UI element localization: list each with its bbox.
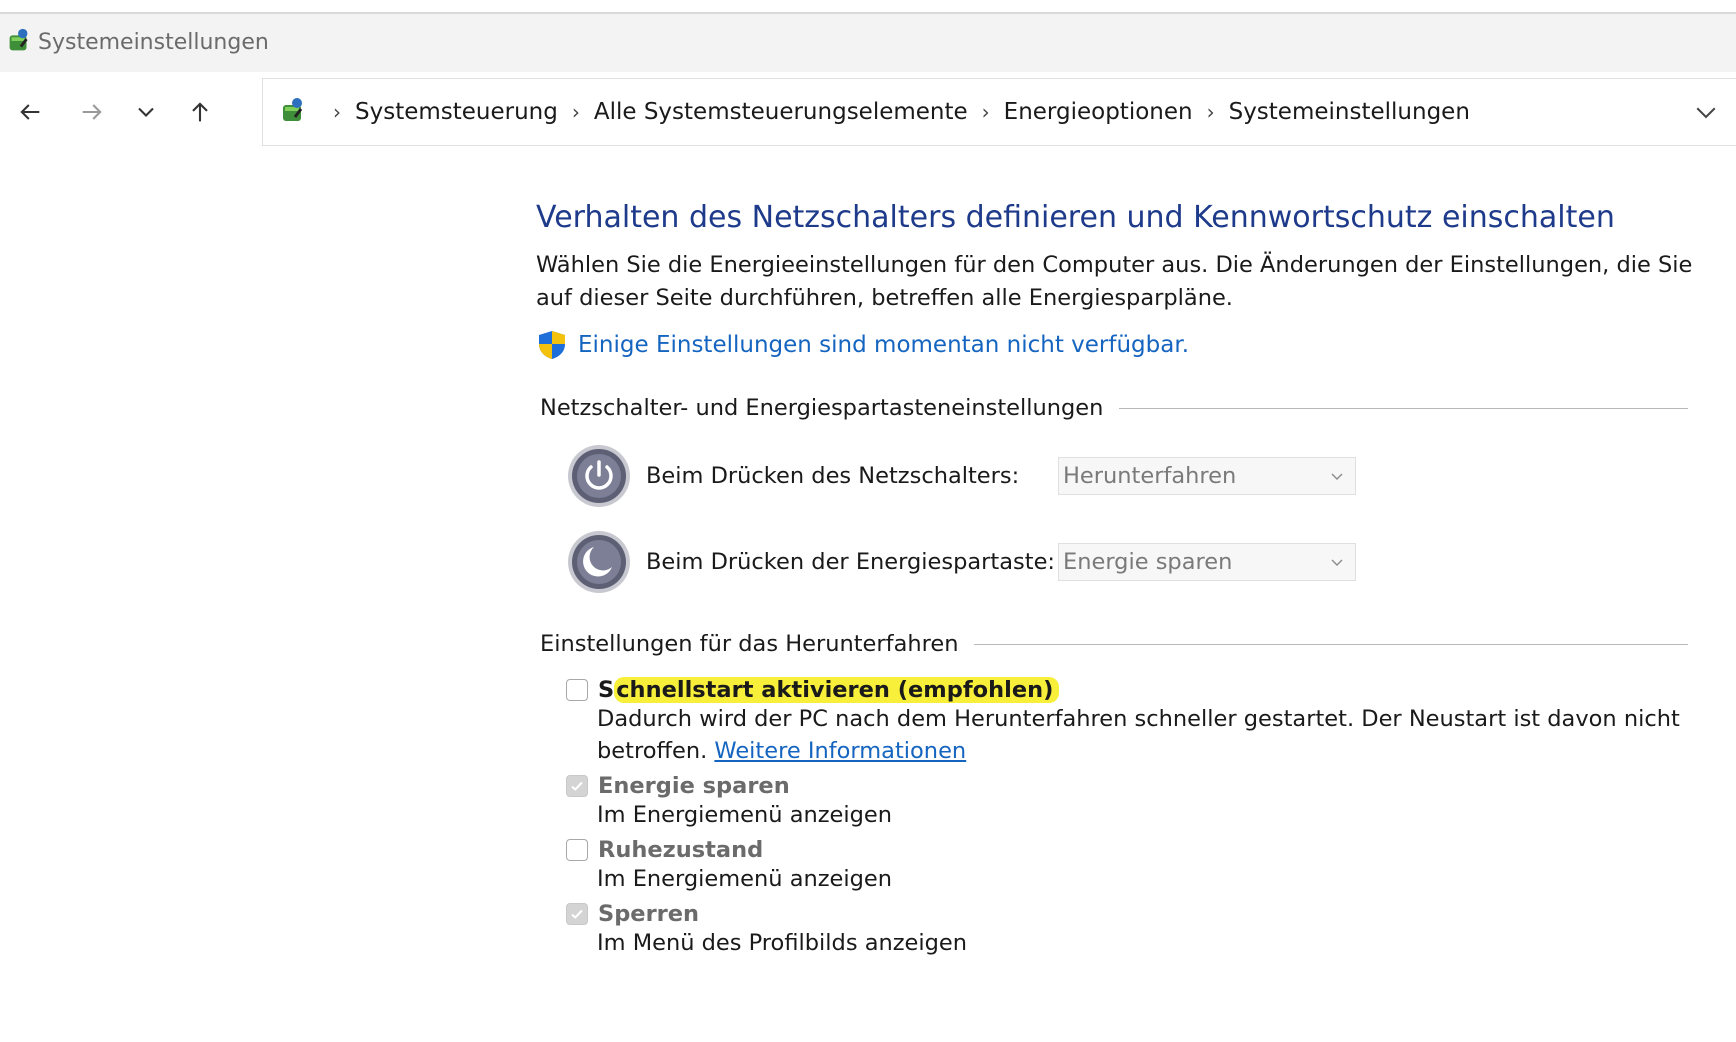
power-button-setting: Beim Drücken des Netzschalters: Herunter… [566,433,1696,519]
uac-link-row[interactable]: Einige Einstellungen sind momentan nicht… [536,329,1696,361]
check-icon [571,909,583,919]
arrow-left-icon [20,104,40,120]
recent-locations-button[interactable] [124,90,168,134]
lock-checkbox[interactable] [566,903,588,925]
back-button[interactable] [8,90,52,134]
power-button-icon [568,445,630,507]
page-description: Wählen Sie die Energieeinstellungen für … [536,252,1693,311]
breadcrumb-energieoptionen[interactable]: Energieoptionen [1004,99,1193,125]
page-title: Verhalten des Netzschalters definieren u… [536,200,1615,235]
chevron-right-icon[interactable]: › [982,100,990,124]
group-title: Einstellungen für das Herunterfahren [540,631,959,657]
shutdown-group-header: Einstellungen für das Herunterfahren [536,631,1696,657]
forward-button[interactable] [70,90,114,134]
hibernate-checkbox[interactable] [566,839,588,861]
more-info-link[interactable]: Weitere Informationen [714,738,966,764]
fast-startup-description: Dadurch wird der PC nach dem Herunterfah… [597,703,1696,767]
address-bar[interactable]: › Systemsteuerung › Alle Systemsteuerung… [262,78,1736,146]
sleep-button-icon [568,531,630,593]
power-options-icon [283,98,303,121]
lock-label[interactable]: Sperren [598,901,699,927]
sleep-label[interactable]: Energie sparen [598,773,790,799]
breadcrumb-systemeinstellungen[interactable]: Systemeinstellungen [1229,99,1470,125]
arrow-right-icon [82,104,102,120]
breadcrumb-alle-elemente[interactable]: Alle Systemsteuerungselemente [594,99,968,125]
chevron-right-icon[interactable]: › [572,100,580,124]
chevron-down-icon [1331,473,1343,480]
power-button-value: Herunterfahren [1063,463,1237,489]
sleep-button-select[interactable]: Energie sparen [1058,543,1356,581]
fast-startup-label[interactable]: Schnellstart aktivieren (empfohlen) [598,677,1060,703]
chevron-down-icon [138,107,154,117]
divider [1119,407,1688,409]
power-button-group-header: Netzschalter- und Energiespartasteneinst… [536,395,1696,421]
navigation-bar: › Systemsteuerung › Alle Systemsteuerung… [0,72,1736,150]
settings-unavailable-link[interactable]: Einige Einstellungen sind momentan nicht… [578,332,1189,358]
chevron-down-icon [1331,559,1343,566]
check-icon [571,781,583,791]
shield-icon [539,331,565,359]
up-button[interactable] [178,90,222,134]
fast-startup-option: Schnellstart aktivieren (empfohlen) Dadu… [566,677,1696,767]
sleep-button-value: Energie sparen [1063,549,1233,575]
hibernate-label[interactable]: Ruhezustand [598,837,763,863]
lock-description: Im Menü des Profilbilds anzeigen [597,930,968,956]
sleep-button-label: Beim Drücken der Energiespartaste: [646,549,1055,575]
chevron-down-icon[interactable] [1691,97,1721,127]
hibernate-option: Ruhezustand Im Energiemenü anzeigen [566,837,1696,895]
power-button-label: Beim Drücken des Netzschalters: [646,463,1020,489]
lock-option: Sperren Im Menü des Profilbilds anzeigen [566,901,1696,959]
power-options-icon [9,28,28,51]
fast-startup-label-first: S [598,677,615,703]
chevron-right-icon[interactable]: › [1207,100,1215,124]
hibernate-description: Im Energiemenü anzeigen [597,866,893,892]
breadcrumb: › Systemsteuerung › Alle Systemsteuerung… [319,79,1470,145]
arrow-up-icon [192,102,208,122]
sleep-button-setting: Beim Drücken der Energiespartaste: Energ… [566,519,1696,605]
sleep-checkbox[interactable] [566,775,588,797]
divider [974,643,1688,645]
fast-startup-label-highlight: chnellstart aktivieren (empfohlen) [614,677,1060,703]
chevron-right-icon: › [333,100,341,124]
main-content: Verhalten des Netzschalters definieren u… [536,200,1696,959]
title-bar: Systemeinstellungen [0,12,1736,72]
window-title: Systemeinstellungen [38,30,269,55]
power-button-select[interactable]: Herunterfahren [1058,457,1356,495]
group-title: Netzschalter- und Energiespartasteneinst… [540,395,1104,421]
breadcrumb-systemsteuerung[interactable]: Systemsteuerung [355,99,558,125]
sleep-option: Energie sparen Im Energiemenü anzeigen [566,773,1696,831]
fast-startup-checkbox[interactable] [566,679,588,701]
sleep-description: Im Energiemenü anzeigen [597,802,893,828]
